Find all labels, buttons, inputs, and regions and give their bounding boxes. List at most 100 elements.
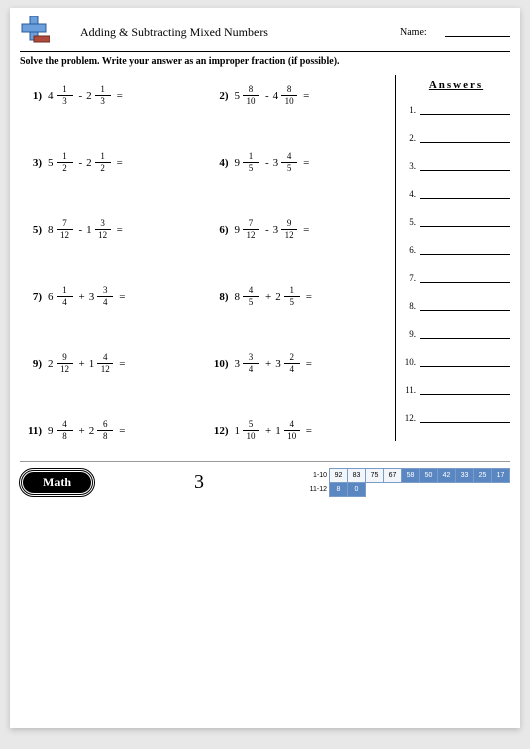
problem-number: 7) <box>24 291 42 303</box>
whole-b: 3 <box>273 157 279 169</box>
operator: - <box>79 157 83 169</box>
whole-b: 1 <box>86 224 92 236</box>
answer-number: 3. <box>402 161 416 171</box>
operator: + <box>265 291 271 303</box>
whole-b: 2 <box>89 425 95 437</box>
fraction-b: 15 <box>284 286 300 307</box>
score-cell: 25 <box>474 469 492 483</box>
whole-b: 2 <box>86 157 92 169</box>
answer-blank[interactable] <box>420 161 510 171</box>
footer: Math 3 1-1092837567585042332517 11-1280 <box>20 461 510 497</box>
answer-blank[interactable] <box>420 357 510 367</box>
operator: + <box>79 358 85 370</box>
problem: 12) 1510+1410= <box>211 420 392 441</box>
score-cell: 58 <box>402 469 420 483</box>
answer-blank[interactable] <box>420 329 510 339</box>
expression: 1510+1410= <box>235 420 312 441</box>
problem-number: 1) <box>24 90 42 102</box>
answer-number: 7. <box>402 273 416 283</box>
answer-blank[interactable] <box>420 385 510 395</box>
answer-line: 5. <box>402 217 510 227</box>
problem: 11) 948+268= <box>24 420 205 441</box>
score-cell: 83 <box>348 469 366 483</box>
problem: 2)5810-4810= <box>211 85 392 106</box>
problem: 7)614+334= <box>24 286 205 307</box>
worksheet-page: Adding & Subtracting Mixed Numbers Name:… <box>10 8 520 728</box>
answer-blank[interactable] <box>420 273 510 283</box>
answer-number: 9. <box>402 329 416 339</box>
expression: 9712-3912= <box>235 219 310 240</box>
problem-number: 9) <box>24 358 42 370</box>
problem-number: 3) <box>24 157 42 169</box>
equals-icon: = <box>303 90 309 102</box>
answer-line: 8. <box>402 301 510 311</box>
equals-icon: = <box>303 224 309 236</box>
problem-number: 8) <box>211 291 229 303</box>
answer-blank[interactable] <box>420 133 510 143</box>
answer-number: 6. <box>402 245 416 255</box>
equals-icon: = <box>117 157 123 169</box>
fraction-b: 912 <box>281 219 297 240</box>
score-cell: 17 <box>492 469 510 483</box>
answer-line: 7. <box>402 273 510 283</box>
content: 1)413-213=2)5810-4810=3)512-212=4)915-34… <box>20 75 510 441</box>
answer-number: 8. <box>402 301 416 311</box>
expression: 512-212= <box>48 152 123 173</box>
operator: - <box>265 157 269 169</box>
whole-a: 6 <box>48 291 54 303</box>
fraction-a: 14 <box>57 286 73 307</box>
operator: - <box>79 224 83 236</box>
whole-a: 3 <box>235 358 241 370</box>
answer-blank[interactable] <box>420 189 510 199</box>
answer-line: 4. <box>402 189 510 199</box>
answers-column: Answers 1.2.3.4.5.6.7.8.9.10.11.12. <box>395 75 510 441</box>
problem-number: 6) <box>211 224 229 236</box>
score-cell: 8 <box>330 483 348 497</box>
score-cell: 92 <box>330 469 348 483</box>
answer-blank[interactable] <box>420 217 510 227</box>
fraction-a: 712 <box>57 219 73 240</box>
fraction-a: 712 <box>243 219 259 240</box>
answer-blank[interactable] <box>420 301 510 311</box>
problem: 5) 8712-1312= <box>24 219 205 240</box>
score-grid: 1-1092837567585042332517 11-1280 <box>304 468 510 497</box>
problem-number: 12) <box>211 425 229 437</box>
operator: + <box>79 291 85 303</box>
plus-logo-icon <box>20 16 50 49</box>
whole-a: 9 <box>48 425 54 437</box>
expression: 948+268= <box>48 420 125 441</box>
answer-blank[interactable] <box>420 245 510 255</box>
whole-b: 2 <box>86 90 92 102</box>
equals-icon: = <box>117 224 123 236</box>
equals-icon: = <box>303 157 309 169</box>
fraction-b: 12 <box>95 152 111 173</box>
instructions: Solve the problem. Write your answer as … <box>20 56 510 67</box>
problem-number: 5) <box>24 224 42 236</box>
score-cell: 67 <box>384 469 402 483</box>
whole-a: 4 <box>48 90 54 102</box>
expression: 2912+1412= <box>48 353 125 374</box>
fraction-a: 48 <box>57 420 73 441</box>
name-blank[interactable] <box>445 28 510 37</box>
problem: 1)413-213= <box>24 85 205 106</box>
whole-b: 1 <box>89 358 95 370</box>
answers-list: 1.2.3.4.5.6.7.8.9.10.11.12. <box>402 105 510 423</box>
expression: 8712-1312= <box>48 219 123 240</box>
problems-grid: 1)413-213=2)5810-4810=3)512-212=4)915-34… <box>20 75 395 441</box>
answer-line: 2. <box>402 133 510 143</box>
answer-blank[interactable] <box>420 105 510 115</box>
score-label: 11-12 <box>304 483 330 497</box>
fraction-b: 412 <box>97 353 113 374</box>
fraction-b: 410 <box>284 420 300 441</box>
problem: 6)9712-3912= <box>211 219 392 240</box>
fraction-b: 13 <box>95 85 111 106</box>
fraction-a: 13 <box>57 85 73 106</box>
fraction-b: 45 <box>281 152 297 173</box>
operator: + <box>265 425 271 437</box>
problem: 10)334+324= <box>211 353 392 374</box>
answer-blank[interactable] <box>420 413 510 423</box>
problem-number: 11) <box>24 425 42 437</box>
answer-number: 10. <box>402 357 416 367</box>
equals-icon: = <box>306 358 312 370</box>
answer-number: 4. <box>402 189 416 199</box>
